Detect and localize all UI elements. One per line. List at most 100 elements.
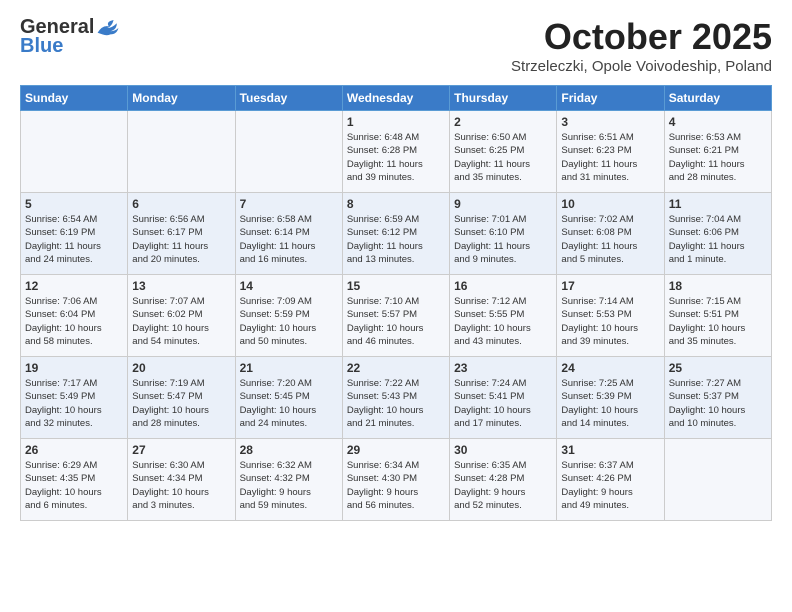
day-cell: 4 Sunrise: 6:53 AM Sunset: 6:21 PM Daylig… — [664, 111, 771, 193]
col-tuesday: Tuesday — [235, 86, 342, 111]
day-info: Sunrise: 7:14 AM Sunset: 5:53 PM Dayligh… — [561, 295, 659, 348]
col-saturday: Saturday — [664, 86, 771, 111]
day-info: Sunrise: 6:59 AM Sunset: 6:12 PM Dayligh… — [347, 213, 445, 266]
day-cell: 27Sunrise: 6:30 AM Sunset: 4:34 PM Dayli… — [128, 439, 235, 521]
day-info: Sunrise: 6:29 AM Sunset: 4:35 PM Dayligh… — [25, 459, 123, 512]
day-cell: 13Sunrise: 7:07 AM Sunset: 6:02 PM Dayli… — [128, 275, 235, 357]
day-cell: 8 Sunrise: 6:59 AM Sunset: 6:12 PM Daylig… — [342, 193, 449, 275]
day-number: 4 — [669, 115, 767, 129]
col-friday: Friday — [557, 86, 664, 111]
day-number: 27 — [132, 443, 230, 457]
day-cell: 22 Sunrise: 7:22 AM Sunset: 5:43 PM Dayli… — [342, 357, 449, 439]
day-info: Sunrise: 7:27 AM Sunset: 5:37 PM Dayligh… — [669, 377, 767, 430]
day-number: 21 — [240, 361, 338, 375]
day-number: 26 — [25, 443, 123, 457]
day-info: Sunrise: 7:19 AM Sunset: 5:47 PM Dayligh… — [132, 377, 230, 430]
day-number: 6 — [132, 197, 230, 211]
day-info: Sunrise: 7:25 AM Sunset: 5:39 PM Dayligh… — [561, 377, 659, 430]
day-info: Sunrise: 6:37 AM Sunset: 4:26 PM Dayligh… — [561, 459, 659, 512]
day-number: 14 — [240, 279, 338, 293]
day-info: Sunrise: 7:22 AM Sunset: 5:43 PM Dayligh… — [347, 377, 445, 430]
day-cell — [235, 111, 342, 193]
day-cell: 28 Sunrise: 6:32 AM Sunset: 4:32 PM Dayli… — [235, 439, 342, 521]
day-number: 5 — [25, 197, 123, 211]
col-wednesday: Wednesday — [342, 86, 449, 111]
day-number: 8 — [347, 197, 445, 211]
day-info: Sunrise: 7:04 AM Sunset: 6:06 PM Dayligh… — [669, 213, 767, 266]
logo: General Blue — [20, 16, 120, 58]
col-monday: Monday — [128, 86, 235, 111]
day-info: Sunrise: 7:17 AM Sunset: 5:49 PM Dayligh… — [25, 377, 123, 430]
location-title: Strzeleczki, Opole Voivodeship, Poland — [511, 58, 772, 75]
day-cell: 5Sunrise: 6:54 AM Sunset: 6:19 PM Daylig… — [21, 193, 128, 275]
day-number: 31 — [561, 443, 659, 457]
day-cell: 25 Sunrise: 7:27 AM Sunset: 5:37 PM Dayli… — [664, 357, 771, 439]
day-cell: 11 Sunrise: 7:04 AM Sunset: 6:06 PM Dayli… — [664, 193, 771, 275]
page: General Blue October 2025 Strzeleczki, O… — [0, 0, 792, 537]
header: General Blue October 2025 Strzeleczki, O… — [20, 16, 772, 75]
day-cell: 14 Sunrise: 7:09 AM Sunset: 5:59 PM Dayli… — [235, 275, 342, 357]
header-row: Sunday Monday Tuesday Wednesday Thursday… — [21, 86, 772, 111]
day-info: Sunrise: 6:53 AM Sunset: 6:21 PM Dayligh… — [669, 131, 767, 184]
day-info: Sunrise: 7:10 AM Sunset: 5:57 PM Dayligh… — [347, 295, 445, 348]
day-cell: 15 Sunrise: 7:10 AM Sunset: 5:57 PM Dayli… — [342, 275, 449, 357]
month-title: October 2025 — [511, 16, 772, 58]
day-cell: 16Sunrise: 7:12 AM Sunset: 5:55 PM Dayli… — [450, 275, 557, 357]
day-info: Sunrise: 6:56 AM Sunset: 6:17 PM Dayligh… — [132, 213, 230, 266]
day-cell: 3Sunrise: 6:51 AM Sunset: 6:23 PM Daylig… — [557, 111, 664, 193]
day-number: 15 — [347, 279, 445, 293]
day-cell: 7Sunrise: 6:58 AM Sunset: 6:14 PM Daylig… — [235, 193, 342, 275]
day-number: 25 — [669, 361, 767, 375]
day-info: Sunrise: 6:50 AM Sunset: 6:25 PM Dayligh… — [454, 131, 552, 184]
week-row-2: 5Sunrise: 6:54 AM Sunset: 6:19 PM Daylig… — [21, 193, 772, 275]
day-number: 19 — [25, 361, 123, 375]
day-info: Sunrise: 7:15 AM Sunset: 5:51 PM Dayligh… — [669, 295, 767, 348]
day-info: Sunrise: 7:20 AM Sunset: 5:45 PM Dayligh… — [240, 377, 338, 430]
day-cell: 23Sunrise: 7:24 AM Sunset: 5:41 PM Dayli… — [450, 357, 557, 439]
day-number: 13 — [132, 279, 230, 293]
day-info: Sunrise: 6:48 AM Sunset: 6:28 PM Dayligh… — [347, 131, 445, 184]
day-number: 18 — [669, 279, 767, 293]
day-cell: 2 Sunrise: 6:50 AM Sunset: 6:25 PM Daylig… — [450, 111, 557, 193]
day-number: 29 — [347, 443, 445, 457]
day-number: 28 — [240, 443, 338, 457]
day-cell: 30 Sunrise: 6:35 AM Sunset: 4:28 PM Dayli… — [450, 439, 557, 521]
day-number: 20 — [132, 361, 230, 375]
day-cell: 31 Sunrise: 6:37 AM Sunset: 4:26 PM Dayli… — [557, 439, 664, 521]
day-cell: 19 Sunrise: 7:17 AM Sunset: 5:49 PM Dayli… — [21, 357, 128, 439]
day-cell — [128, 111, 235, 193]
day-info: Sunrise: 7:06 AM Sunset: 6:04 PM Dayligh… — [25, 295, 123, 348]
day-info: Sunrise: 6:35 AM Sunset: 4:28 PM Dayligh… — [454, 459, 552, 512]
day-cell: 24Sunrise: 7:25 AM Sunset: 5:39 PM Dayli… — [557, 357, 664, 439]
day-number: 2 — [454, 115, 552, 129]
day-cell: 21 Sunrise: 7:20 AM Sunset: 5:45 PM Dayli… — [235, 357, 342, 439]
calendar-table: Sunday Monday Tuesday Wednesday Thursday… — [20, 85, 772, 521]
day-cell: 26 Sunrise: 6:29 AM Sunset: 4:35 PM Dayli… — [21, 439, 128, 521]
col-thursday: Thursday — [450, 86, 557, 111]
day-number: 11 — [669, 197, 767, 211]
day-info: Sunrise: 7:02 AM Sunset: 6:08 PM Dayligh… — [561, 213, 659, 266]
day-info: Sunrise: 7:09 AM Sunset: 5:59 PM Dayligh… — [240, 295, 338, 348]
day-info: Sunrise: 6:58 AM Sunset: 6:14 PM Dayligh… — [240, 213, 338, 266]
day-info: Sunrise: 7:01 AM Sunset: 6:10 PM Dayligh… — [454, 213, 552, 266]
day-number: 9 — [454, 197, 552, 211]
day-cell: 1Sunrise: 6:48 AM Sunset: 6:28 PM Daylig… — [342, 111, 449, 193]
week-row-4: 19 Sunrise: 7:17 AM Sunset: 5:49 PM Dayli… — [21, 357, 772, 439]
day-cell: 17 Sunrise: 7:14 AM Sunset: 5:53 PM Dayli… — [557, 275, 664, 357]
day-number: 17 — [561, 279, 659, 293]
day-cell: 20 Sunrise: 7:19 AM Sunset: 5:47 PM Dayli… — [128, 357, 235, 439]
day-cell: 10 Sunrise: 7:02 AM Sunset: 6:08 PM Dayli… — [557, 193, 664, 275]
day-number: 23 — [454, 361, 552, 375]
day-info: Sunrise: 7:12 AM Sunset: 5:55 PM Dayligh… — [454, 295, 552, 348]
day-info: Sunrise: 6:51 AM Sunset: 6:23 PM Dayligh… — [561, 131, 659, 184]
day-number: 12 — [25, 279, 123, 293]
day-cell — [664, 439, 771, 521]
day-cell: 18 Sunrise: 7:15 AM Sunset: 5:51 PM Dayli… — [664, 275, 771, 357]
logo-blue: Blue — [20, 35, 63, 58]
day-info: Sunrise: 6:32 AM Sunset: 4:32 PM Dayligh… — [240, 459, 338, 512]
day-number: 22 — [347, 361, 445, 375]
title-block: October 2025 Strzeleczki, Opole Voivodes… — [511, 16, 772, 75]
week-row-5: 26 Sunrise: 6:29 AM Sunset: 4:35 PM Dayli… — [21, 439, 772, 521]
day-number: 10 — [561, 197, 659, 211]
day-number: 30 — [454, 443, 552, 457]
